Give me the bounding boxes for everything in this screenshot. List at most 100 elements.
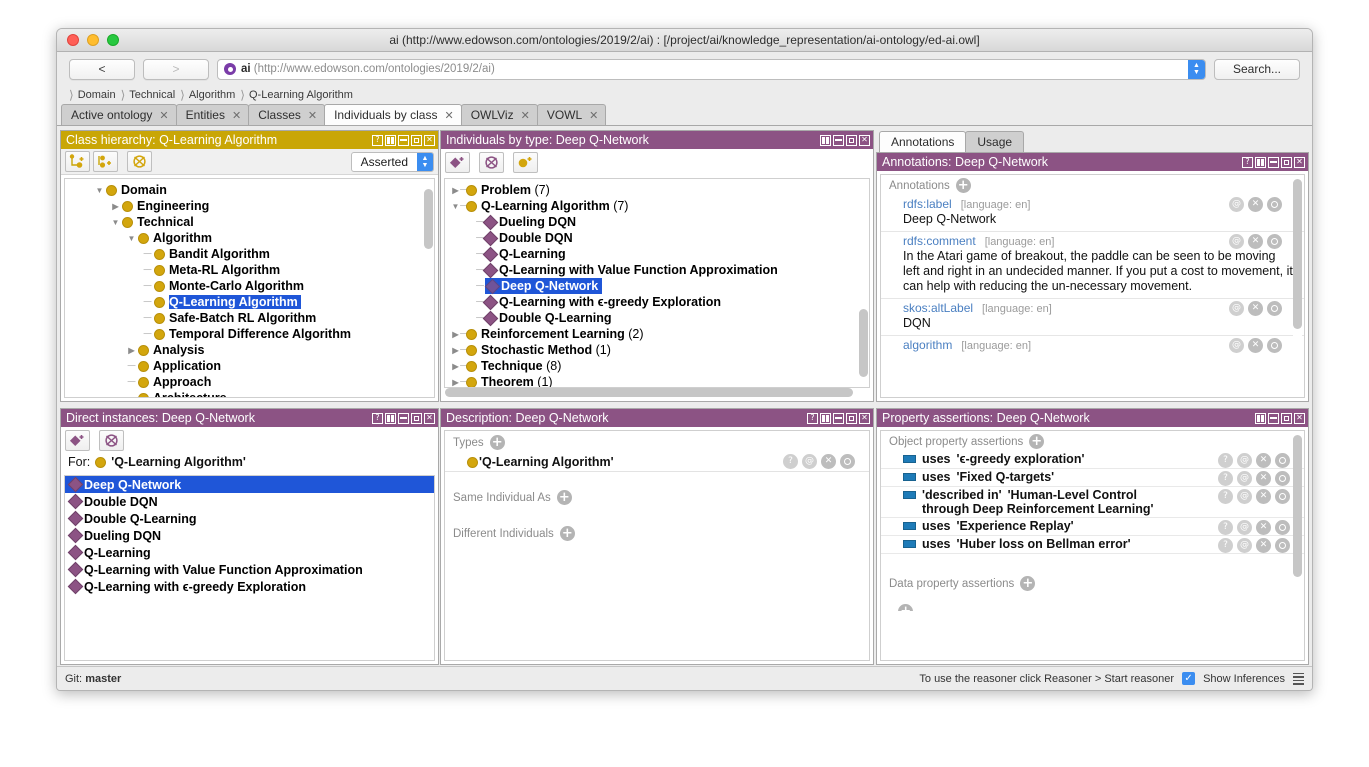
delete-icon[interactable]: ✕ — [821, 454, 836, 469]
annotation-property[interactable]: skos:altLabel — [903, 301, 973, 315]
delete-individual-button[interactable] — [479, 151, 504, 173]
add-class-assertion-button[interactable] — [513, 151, 538, 173]
chevron-updown-icon[interactable]: ▲ ▼ — [417, 152, 433, 171]
tree-item-selected[interactable]: ─ Deep Q-Network — [445, 278, 869, 294]
help-icon[interactable]: ? — [1218, 471, 1233, 486]
list-item[interactable]: Q-Learning with Value Function Approxima… — [65, 561, 434, 578]
tab-entities[interactable]: Entities ✕ — [175, 104, 250, 125]
annotate-icon[interactable]: @ — [802, 454, 817, 469]
close-icon[interactable]: ✕ — [859, 412, 870, 424]
minimize-icon[interactable] — [1268, 156, 1279, 168]
close-icon[interactable]: ✕ — [308, 109, 317, 122]
add-subclass-button[interactable] — [65, 151, 90, 172]
show-inferences-checkbox[interactable]: ✓ — [1182, 672, 1196, 685]
list-item[interactable]: Q-Learning with ϵ-greedy Exploration — [65, 578, 434, 595]
close-icon[interactable]: ✕ — [521, 109, 530, 122]
breadcrumb-item-3[interactable]: ⟩ Q-Learning Algorithm — [235, 88, 353, 102]
help-icon[interactable]: ? — [1218, 538, 1233, 553]
list-item[interactable]: Q-Learning — [65, 544, 434, 561]
minimize-icon[interactable] — [833, 134, 844, 146]
scrollbar-thumb[interactable] — [859, 309, 868, 377]
add-annotation-button[interactable]: + — [955, 178, 971, 193]
tree-item[interactable]: ▶ ─ Theorem (1) — [445, 374, 869, 387]
tree-item[interactable]: ─ Architecture — [65, 390, 434, 397]
help-icon[interactable]: ? — [1218, 489, 1233, 504]
delete-icon[interactable]: ✕ — [1256, 471, 1271, 486]
close-icon[interactable]: ✕ — [859, 134, 870, 146]
tree-item[interactable]: ─ Double Q-Learning — [445, 310, 869, 326]
split-icon[interactable] — [1255, 156, 1266, 168]
add-object-property-assertion-button[interactable]: + — [1029, 434, 1045, 449]
tree-item[interactable]: ▶ Engineering — [65, 198, 434, 214]
help-icon[interactable]: ? — [1218, 520, 1233, 535]
edit-icon[interactable] — [840, 454, 855, 469]
close-icon[interactable]: ✕ — [444, 109, 453, 122]
annotation-row[interactable]: algorithm [language: en] @ ✕ — [881, 336, 1304, 356]
split-icon[interactable] — [385, 134, 396, 146]
ontology-address-field[interactable]: ai (http://www.edowson.com/ontologies/20… — [217, 58, 1206, 80]
tab-classes[interactable]: Classes ✕ — [248, 104, 326, 125]
edit-icon[interactable] — [1267, 234, 1282, 249]
maximize-icon[interactable] — [1281, 156, 1292, 168]
tree-item[interactable]: ▶ ─ Stochastic Method (1) — [445, 342, 869, 358]
forward-button[interactable]: > — [143, 58, 209, 80]
annotate-icon[interactable]: @ — [1229, 301, 1244, 316]
class-hierarchy-tree[interactable]: ▼ Domain ▶ Engineering ▼ Technical ▼ Algorit… — [64, 178, 435, 398]
twisty-down-icon[interactable]: ▼ — [93, 182, 106, 198]
tree-item[interactable]: ▶ Analysis — [65, 342, 434, 358]
close-icon[interactable]: ✕ — [1294, 156, 1305, 168]
add-type-button[interactable]: + — [489, 435, 505, 450]
object-property-row[interactable]: uses 'ϵ-greedy exploration' ? @ ✕ — [881, 451, 1304, 469]
tab-individuals-by-class[interactable]: Individuals by class ✕ — [324, 104, 462, 125]
help-icon[interactable]: ? — [807, 412, 818, 424]
individuals-tree-hscrollbar[interactable] — [445, 388, 869, 397]
twisty-down-icon[interactable]: ▼ — [109, 214, 122, 230]
tree-item[interactable]: ─ Meta-RL Algorithm — [65, 262, 434, 278]
list-item[interactable]: Dueling DQN — [65, 527, 434, 544]
annotation-property[interactable]: rdfs:label — [903, 197, 952, 211]
scrollbar-thumb[interactable] — [424, 189, 433, 249]
scrollbar-thumb[interactable] — [445, 388, 853, 397]
minimize-icon[interactable] — [833, 412, 844, 424]
close-icon[interactable]: ✕ — [424, 134, 435, 146]
add-individual-button[interactable] — [445, 151, 470, 173]
maximize-icon[interactable] — [1281, 412, 1292, 424]
tree-item[interactable]: ─ Approach — [65, 374, 434, 390]
tree-item[interactable]: ▼ Domain — [65, 182, 434, 198]
help-icon[interactable]: ? — [1242, 156, 1253, 168]
twisty-down-icon[interactable]: ▼ — [125, 230, 138, 246]
help-icon[interactable]: ? — [783, 454, 798, 469]
minimize-icon[interactable] — [398, 134, 409, 146]
delete-class-button[interactable] — [127, 151, 152, 172]
tree-item[interactable]: ▶ ─ Technique (8) — [445, 358, 869, 374]
list-item[interactable]: Double DQN — [65, 493, 434, 510]
tree-item[interactable]: ─ Temporal Difference Algorithm — [65, 326, 434, 342]
maximize-icon[interactable] — [846, 134, 857, 146]
add-negative-assertion-button[interactable]: + — [898, 603, 914, 611]
tab-vowl[interactable]: VOWL ✕ — [536, 104, 607, 125]
list-item[interactable]: Double Q-Learning — [65, 510, 434, 527]
tree-item[interactable]: ▼ Algorithm — [65, 230, 434, 246]
close-icon[interactable]: ✕ — [589, 109, 598, 122]
edit-icon[interactable] — [1267, 197, 1282, 212]
edit-icon[interactable] — [1267, 338, 1282, 353]
delete-icon[interactable]: ✕ — [1256, 453, 1271, 468]
annotate-icon[interactable]: @ — [1237, 538, 1252, 553]
split-icon[interactable] — [385, 412, 396, 424]
split-icon[interactable] — [1255, 412, 1266, 424]
close-icon[interactable]: ✕ — [1294, 412, 1305, 424]
help-icon[interactable]: ? — [372, 134, 383, 146]
class-hierarchy-scrollbar[interactable] — [424, 181, 433, 395]
twisty-right-icon[interactable]: ▶ — [125, 342, 138, 358]
annotate-icon[interactable]: @ — [1229, 197, 1244, 212]
tab-owlviz[interactable]: OWLViz ✕ — [460, 104, 538, 125]
breadcrumb-item-1[interactable]: ⟩ Technical — [116, 88, 176, 102]
breadcrumb-item-2[interactable]: ⟩ Algorithm — [175, 88, 235, 102]
delete-individual-button[interactable] — [99, 429, 124, 451]
scrollbar-thumb[interactable] — [1293, 179, 1302, 329]
annotation-property[interactable]: rdfs:comment — [903, 234, 976, 248]
direct-instances-list[interactable]: Deep Q-Network Double DQN Double Q-Learn… — [64, 475, 435, 661]
property-assertions-scrollbar[interactable] — [1293, 433, 1302, 658]
tree-item[interactable]: ─ Monte-Carlo Algorithm — [65, 278, 434, 294]
back-button[interactable]: < — [69, 58, 135, 80]
